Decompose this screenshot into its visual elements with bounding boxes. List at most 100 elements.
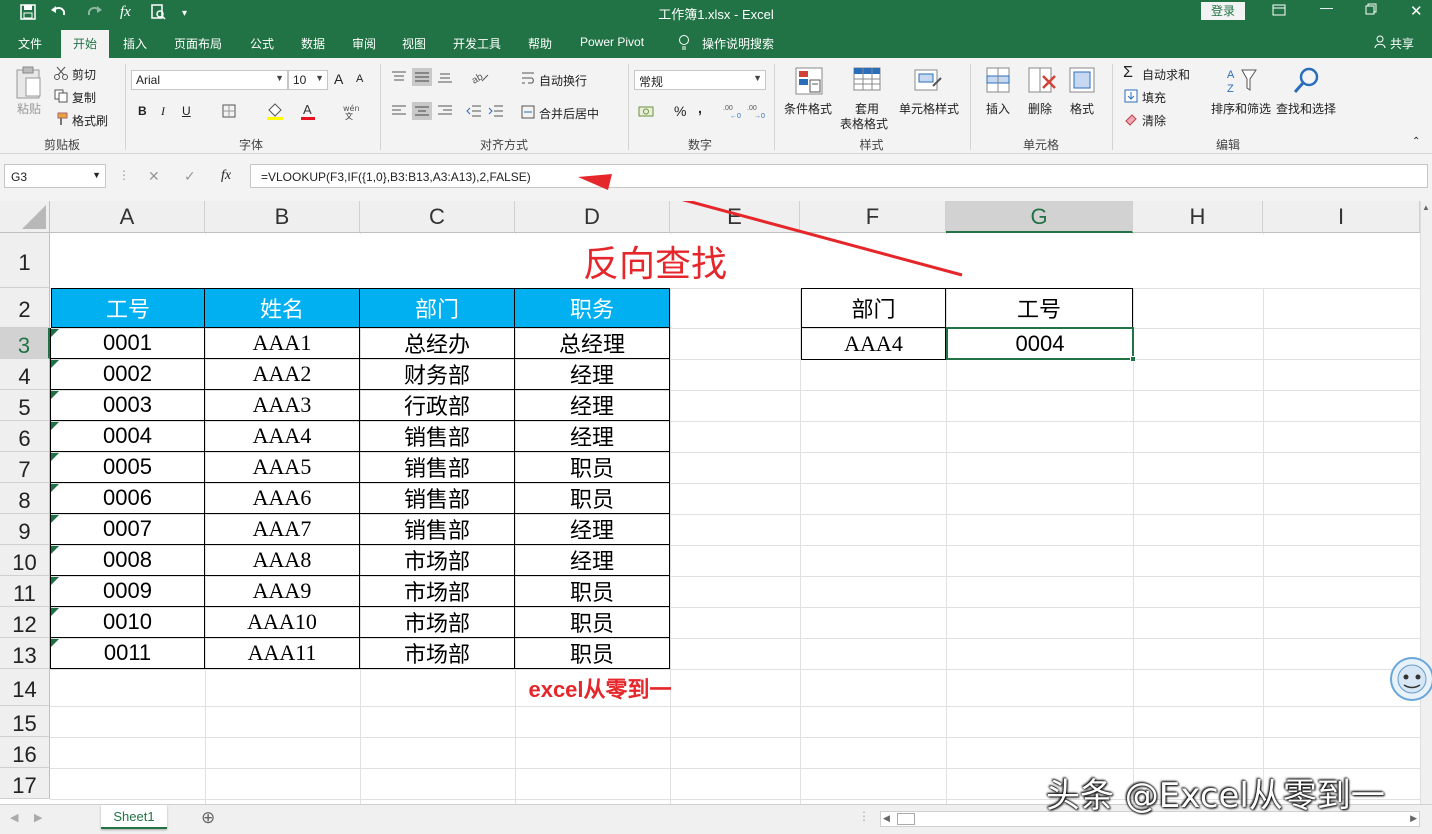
fill-button[interactable]: 填充: [1142, 89, 1166, 106]
format-painter-icon[interactable]: [54, 112, 68, 131]
sort-filter-icon[interactable]: AZ: [1226, 66, 1258, 101]
copy-button[interactable]: 复制: [72, 89, 96, 106]
decrease-decimal-icon[interactable]: .00 →0: [746, 103, 766, 124]
scrollbar-thumb[interactable]: [897, 813, 915, 825]
cancel-icon[interactable]: ✕: [148, 168, 160, 185]
find-select-button[interactable]: 查找和选择: [1274, 100, 1338, 117]
format-cells-button[interactable]: 格式: [1064, 100, 1100, 117]
sheet-tab-sheet1[interactable]: Sheet1: [101, 805, 167, 829]
clear-icon[interactable]: [1124, 112, 1138, 131]
percent-button[interactable]: %: [674, 103, 686, 119]
name-box[interactable]: G3 ▼: [4, 164, 106, 188]
align-bottom-icon[interactable]: [437, 70, 453, 89]
tell-me-search[interactable]: 操作说明搜索: [702, 35, 774, 52]
format-painter-button[interactable]: 格式刷: [72, 112, 108, 129]
cut-button[interactable]: 剪切: [72, 66, 96, 83]
increase-decimal-icon[interactable]: .00 ←0: [722, 103, 742, 124]
formula-bar: G3 ▼ ⋮ ✕ ✓ fx =VLOOKUP(F3,IF({1,0},B3:B13…: [0, 154, 1432, 201]
tab-file[interactable]: 文件: [18, 35, 42, 52]
cut-icon[interactable]: [54, 66, 68, 85]
phonetic-icon[interactable]: wén 文: [342, 102, 360, 125]
collapse-ribbon-icon[interactable]: ⌃: [1412, 136, 1420, 147]
share-button[interactable]: 共享: [1390, 35, 1414, 52]
comma-button[interactable]: ,: [698, 100, 702, 116]
tab-data[interactable]: 数据: [301, 35, 325, 52]
tab-insert[interactable]: 插入: [123, 35, 147, 52]
autosum-button[interactable]: 自动求和: [1142, 66, 1190, 83]
tab-developer[interactable]: 开发工具: [453, 35, 501, 52]
conditional-format-button[interactable]: 条件格式: [782, 100, 834, 117]
clear-button[interactable]: 清除: [1142, 112, 1166, 129]
cell-styles-button[interactable]: 单元格样式: [897, 100, 961, 117]
autosum-icon[interactable]: Σ: [1123, 64, 1133, 82]
merge-center-icon[interactable]: [521, 105, 535, 124]
tab-power-pivot[interactable]: Power Pivot: [580, 35, 644, 49]
borders-icon[interactable]: [222, 104, 236, 123]
grow-font-button[interactable]: A: [334, 71, 343, 87]
scroll-left-icon[interactable]: ◀: [883, 813, 890, 824]
scroll-prev-sheet-icon[interactable]: ◀: [10, 811, 18, 824]
copy-icon[interactable]: [54, 89, 68, 108]
format-as-table-button-line2[interactable]: 表格格式: [834, 115, 894, 132]
title-bar: fx ▾ 工作簿1.xlsx - Excel 登录 — ✕: [0, 0, 1432, 30]
font-group-label: 字体: [238, 138, 263, 152]
tab-home[interactable]: 开始: [61, 30, 110, 58]
vertical-scrollbar[interactable]: ▲: [1420, 201, 1432, 804]
insert-cells-button[interactable]: 插入: [980, 100, 1016, 117]
wrap-text-icon[interactable]: [521, 71, 535, 90]
decrease-indent-icon[interactable]: [466, 104, 482, 123]
underline-button[interactable]: U: [182, 104, 191, 118]
svg-text:→0: →0: [754, 113, 765, 119]
italic-button[interactable]: I: [161, 104, 165, 119]
scroll-right-icon[interactable]: ▶: [1410, 813, 1417, 824]
shrink-font-button[interactable]: A: [356, 73, 363, 85]
delete-cells-button[interactable]: 删除: [1022, 100, 1058, 117]
fill-icon[interactable]: [1124, 89, 1138, 108]
bold-button[interactable]: B: [138, 104, 147, 118]
font-size-select[interactable]: 10 ▼: [288, 70, 328, 90]
fill-color-icon[interactable]: [266, 102, 284, 125]
align-center-icon[interactable]: [412, 102, 432, 120]
enter-icon[interactable]: ✓: [184, 168, 196, 185]
format-cells-icon[interactable]: [1068, 66, 1098, 101]
scroll-next-sheet-icon[interactable]: ▶: [34, 811, 42, 824]
orientation-icon[interactable]: ab: [470, 69, 490, 90]
font-color-icon[interactable]: A: [300, 102, 316, 125]
sort-filter-button[interactable]: 排序和筛选: [1210, 100, 1272, 117]
wrap-text-button[interactable]: 自动换行: [539, 72, 587, 89]
scroll-up-icon[interactable]: ▲: [1422, 203, 1430, 212]
align-left-icon[interactable]: [391, 104, 407, 123]
sheet-bar-divider-icon[interactable]: ⋮: [858, 809, 870, 823]
align-top-icon[interactable]: [391, 70, 407, 89]
formula-input[interactable]: =VLOOKUP(F3,IF({1,0},B3:B13,A3:A13),2,FA…: [250, 164, 1428, 188]
number-format-select[interactable]: 常规 ▼: [634, 70, 766, 90]
restore-icon[interactable]: [1365, 3, 1377, 18]
delete-cells-icon[interactable]: [1027, 66, 1057, 101]
merge-center-button[interactable]: 合并后居中: [539, 105, 599, 122]
editing-group-label: 编辑: [1215, 138, 1240, 152]
tab-formulas[interactable]: 公式: [250, 35, 274, 52]
close-icon[interactable]: ✕: [1410, 2, 1423, 20]
align-middle-icon[interactable]: [412, 68, 432, 86]
align-right-icon[interactable]: [437, 104, 453, 123]
tab-view[interactable]: 视图: [402, 35, 426, 52]
add-sheet-icon[interactable]: ⊕: [201, 808, 215, 828]
minimize-icon[interactable]: —: [1320, 0, 1333, 15]
tab-review[interactable]: 审阅: [352, 35, 376, 52]
paste-button[interactable]: 粘贴: [17, 100, 41, 117]
ribbon-display-icon[interactable]: [1272, 3, 1286, 20]
increase-indent-icon[interactable]: [488, 104, 504, 123]
assistant-robot-icon[interactable]: [1390, 657, 1432, 701]
currency-icon[interactable]: [638, 104, 654, 123]
font-name-select[interactable]: Arial ▼: [131, 70, 288, 90]
tab-page-layout[interactable]: 页面布局: [174, 35, 222, 52]
insert-cells-icon[interactable]: [985, 66, 1013, 101]
login-button[interactable]: 登录: [1201, 2, 1245, 20]
tab-help[interactable]: 帮助: [528, 35, 552, 52]
find-select-icon[interactable]: [1292, 66, 1322, 101]
conditional-format-icon[interactable]: [794, 66, 824, 101]
insert-function-icon[interactable]: fx: [221, 168, 231, 184]
cell-styles-icon[interactable]: [913, 66, 943, 101]
spreadsheet-grid[interactable]: ABCDEFGHI 1 2 3 4 5 6 7 8 9 10 11 12 13 14 15 16 17 反向查找…: [0, 201, 1420, 804]
format-as-table-icon[interactable]: [852, 66, 882, 101]
